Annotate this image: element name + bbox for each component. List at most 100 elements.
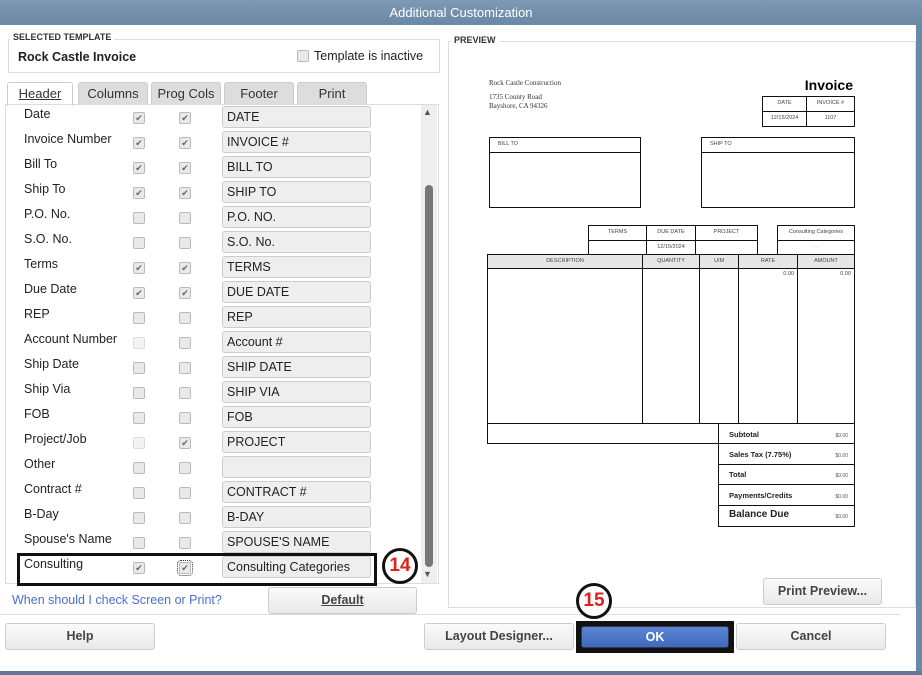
field-label-date: Date <box>24 107 51 121</box>
print-checkbox-invoice-number[interactable]: ✔ <box>179 137 191 149</box>
scrollbar[interactable]: ▲ ▼ <box>421 105 437 583</box>
title-field-invoice-number[interactable]: INVOICE # <box>222 131 371 153</box>
annotation-highlight-box <box>17 553 377 586</box>
total-row: Sales Tax (7.75%) $0.00 <box>718 443 855 465</box>
print-checkbox-bill-to[interactable]: ✔ <box>179 162 191 174</box>
scroll-down-icon[interactable]: ▼ <box>423 569 432 579</box>
title-field-ship-date[interactable]: SHIP DATE <box>222 356 371 378</box>
help-link[interactable]: When should I check Screen or Print? <box>12 593 222 607</box>
title-field-due-date[interactable]: DUE DATE <box>222 281 371 303</box>
title-field-bill-to[interactable]: BILL TO <box>222 156 371 178</box>
print-checkbox-rep[interactable] <box>179 312 191 324</box>
screen-checkbox-ship-to[interactable]: ✔ <box>133 187 145 199</box>
title-field-spouse-s-name[interactable]: SPOUSE'S NAME <box>222 531 371 553</box>
print-checkbox-s-o-no[interactable] <box>179 237 191 249</box>
title-field-ship-to[interactable]: SHIP TO <box>222 181 371 203</box>
screen-checkbox-s-o-no[interactable] <box>133 237 145 249</box>
title-field-ship-via[interactable]: SHIP VIA <box>222 381 371 403</box>
screen-checkbox-contract[interactable] <box>133 487 145 499</box>
title-field-p-o-no[interactable]: P.O. NO. <box>222 206 371 228</box>
tab-columns[interactable]: Columns <box>78 82 148 105</box>
print-checkbox-spouse-s-name[interactable] <box>179 537 191 549</box>
date-value: 12/15/2024 <box>770 115 799 121</box>
tab-footer[interactable]: Footer <box>224 82 294 105</box>
print-checkbox-ship-date[interactable] <box>179 362 191 374</box>
memo-box <box>487 423 719 444</box>
title-field-date[interactable]: DATE <box>222 106 371 128</box>
ok-button[interactable]: OK <box>581 626 729 648</box>
screen-checkbox-rep[interactable] <box>133 312 145 324</box>
tab-prog-cols[interactable]: Prog Cols <box>151 82 221 105</box>
preview-label: PREVIEW <box>451 35 499 45</box>
print-checkbox-project-job[interactable]: ✔ <box>179 437 191 449</box>
tab-label: Prog Cols <box>157 86 215 101</box>
field-label-p-o-no: P.O. No. <box>24 207 71 221</box>
screen-checkbox-due-date[interactable]: ✔ <box>133 287 145 299</box>
project-header: PROJECT <box>713 229 740 235</box>
selected-template-label: SELECTED TEMPLATE <box>10 32 115 42</box>
print-checkbox-account-number[interactable] <box>179 337 191 349</box>
screen-checkbox-bill-to[interactable]: ✔ <box>133 162 145 174</box>
scrollbar-thumb[interactable] <box>425 185 433 567</box>
default-button[interactable]: Default <box>268 587 417 614</box>
bill-to-label: BILL TO <box>498 141 519 147</box>
print-checkbox-contract[interactable] <box>179 487 191 499</box>
print-checkbox-ship-to[interactable]: ✔ <box>179 187 191 199</box>
title-field-fob[interactable]: FOB <box>222 406 371 428</box>
title-field-contract[interactable]: CONTRACT # <box>222 481 371 503</box>
total-label: Payments/Credits <box>729 490 793 500</box>
print-checkbox-due-date[interactable]: ✔ <box>179 287 191 299</box>
screen-checkbox-b-day[interactable] <box>133 512 145 524</box>
screen-checkbox-other[interactable] <box>133 462 145 474</box>
tab-print[interactable]: Print <box>297 82 367 105</box>
terms-box: TERMS DUE DATE PROJECT 12/15/2024 <box>588 225 758 255</box>
total-label: Balance Due <box>729 509 790 520</box>
col-description: DESCRIPTION <box>546 258 584 264</box>
cancel-button[interactable]: Cancel <box>736 623 886 650</box>
title-field-project-job[interactable]: PROJECT <box>222 431 371 453</box>
title-field-b-day[interactable]: B-DAY <box>222 506 371 528</box>
print-checkbox-date[interactable]: ✔ <box>179 112 191 124</box>
screen-checkbox-date[interactable]: ✔ <box>133 112 145 124</box>
screen-checkbox-fob[interactable] <box>133 412 145 424</box>
print-checkbox-b-day[interactable] <box>179 512 191 524</box>
terms-header: TERMS <box>607 229 628 235</box>
ship-to-label: SHIP TO <box>710 141 732 147</box>
screen-checkbox-p-o-no[interactable] <box>133 212 145 224</box>
title-field-other[interactable] <box>222 456 371 478</box>
title-field-rep[interactable]: REP <box>222 306 371 328</box>
screen-checkbox-account-number[interactable] <box>133 337 145 349</box>
field-label-ship-date: Ship Date <box>24 357 79 371</box>
screen-checkbox-invoice-number[interactable]: ✔ <box>133 137 145 149</box>
print-checkbox-fob[interactable] <box>179 412 191 424</box>
help-button[interactable]: Help <box>5 623 155 650</box>
due-date-header: DUE DATE <box>657 229 685 235</box>
title-field-terms[interactable]: TERMS <box>222 256 371 278</box>
divider <box>0 614 900 615</box>
print-checkbox-other[interactable] <box>179 462 191 474</box>
annotation-step-15: 15 <box>576 583 612 619</box>
screen-checkbox-project-job[interactable] <box>133 437 145 449</box>
print-checkbox-p-o-no[interactable] <box>179 212 191 224</box>
tab-label: Header <box>18 86 62 101</box>
title-field-s-o-no[interactable]: S.O. No. <box>222 231 371 253</box>
consulting-header: Consulting Categories <box>788 229 844 235</box>
date-header: DATE <box>777 100 792 106</box>
layout-designer-button[interactable]: Layout Designer... <box>424 623 574 650</box>
print-checkbox-ship-via[interactable] <box>179 387 191 399</box>
print-preview-button[interactable]: Print Preview... <box>763 578 882 605</box>
total-value: $0.00 <box>835 493 848 500</box>
print-checkbox-terms[interactable]: ✔ <box>179 262 191 274</box>
tab-header[interactable]: Header <box>7 82 73 106</box>
template-inactive-label: Template is inactive <box>314 49 424 63</box>
template-inactive-checkbox[interactable] <box>297 50 309 62</box>
screen-checkbox-spouse-s-name[interactable] <box>133 537 145 549</box>
title-field-account-number[interactable]: Account # <box>222 331 371 353</box>
company-name: Rock Castle Construction <box>489 79 561 87</box>
consulting-value: . <box>815 243 817 249</box>
field-label-ship-to: Ship To <box>24 182 66 196</box>
screen-checkbox-ship-date[interactable] <box>133 362 145 374</box>
scroll-up-icon[interactable]: ▲ <box>423 107 432 117</box>
screen-checkbox-ship-via[interactable] <box>133 387 145 399</box>
screen-checkbox-terms[interactable]: ✔ <box>133 262 145 274</box>
